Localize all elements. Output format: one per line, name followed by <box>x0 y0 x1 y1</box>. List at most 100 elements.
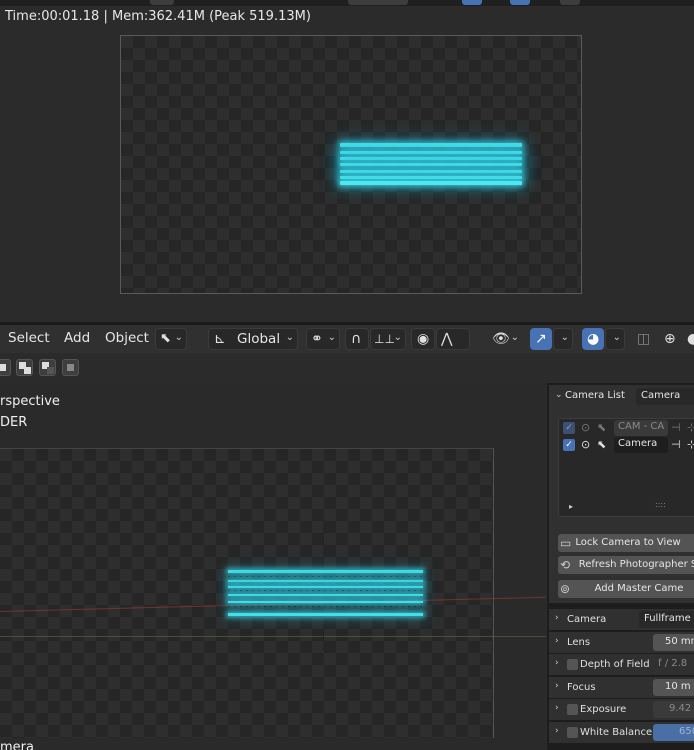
viewport-neon-object[interactable] <box>228 570 423 616</box>
focus-subpanel[interactable]: › Focus 10 m <box>549 677 694 698</box>
top-tab-active[interactable] <box>510 0 530 5</box>
expand-arrow-icon[interactable]: › <box>555 613 559 623</box>
camera-name-field[interactable]: CAM - CA <box>614 420 668 436</box>
camera-icon[interactable]: ⊙ <box>581 421 590 435</box>
refresh-button[interactable]: ⟲ Refresh Photographer S <box>558 556 694 574</box>
chevron-down-icon: ⌄ <box>560 332 569 343</box>
menu-add[interactable]: Add <box>64 330 90 346</box>
depth-of-field-subpanel[interactable]: › Depth of Field f / 2.8 <box>549 654 694 675</box>
chevron-down-icon: ⌄ <box>174 332 183 343</box>
checkbox-icon[interactable]: ✓ <box>563 422 575 434</box>
increment-icon: ⊥⊥ <box>374 332 395 346</box>
aperture-field[interactable]: f / 2.8 <box>653 656 694 673</box>
top-tab[interactable] <box>150 0 174 5</box>
white-balance-field[interactable]: 6500 <box>653 724 694 741</box>
xray-icon: ◫ <box>637 331 651 347</box>
exposure-checkbox[interactable] <box>567 704 578 715</box>
lock-camera-to-view-button[interactable]: ▭ Lock Camera to View <box>558 534 694 552</box>
overlays-dropdown[interactable]: ⌄ <box>605 328 625 350</box>
sphere-icon: ● <box>687 331 694 347</box>
orientation-dropdown[interactable]: ⊾ Global ⌄ <box>208 328 298 350</box>
select-intersect-tool[interactable] <box>62 359 79 376</box>
camera-list-item[interactable]: ✓ ⊙ ⬉ Camera ⊣ ⊹ <box>559 437 694 453</box>
checkbox-icon[interactable]: ✓ <box>563 439 575 451</box>
render-engine-label: DER <box>0 415 28 430</box>
list-expand-arrow[interactable]: ▸ <box>569 502 573 511</box>
master-camera-icon: ⊚ <box>560 582 571 596</box>
selection-mode-tools <box>0 354 86 380</box>
exposure-value-field[interactable]: 9.42 <box>653 701 694 718</box>
expand-arrow-icon[interactable]: › <box>555 681 559 691</box>
refresh-icon: ⟲ <box>560 558 571 572</box>
gizmo-dropdown[interactable]: ⌄ <box>553 328 573 350</box>
wireframe-shading-button[interactable]: ⊕ <box>660 328 682 350</box>
white-balance-checkbox[interactable] <box>567 727 578 738</box>
view-perspective-label: rspective <box>0 394 60 409</box>
target-icon[interactable]: ⊹ <box>687 438 694 452</box>
viewport-header: Select Add Object ⬉ ⌄ ⊾ Global ⌄ ⚭ ⌄ ∩ ⊥… <box>0 325 694 353</box>
focal-length-field[interactable]: 50 mm <box>653 634 694 651</box>
orientation-label: Global <box>237 331 281 347</box>
render-neon-object <box>340 143 522 185</box>
top-tab-active[interactable] <box>462 0 482 5</box>
list-resize-handle[interactable]: :::: <box>655 500 666 509</box>
set-active-icon[interactable]: ⊣ <box>671 421 681 435</box>
focus-distance-field[interactable]: 10 m <box>653 679 694 696</box>
camera-actions: ▭ Lock Camera to View ⟲ Refresh Photogra… <box>549 529 694 603</box>
dof-checkbox[interactable] <box>567 659 578 670</box>
gizmo-toggle[interactable]: ↗ <box>530 328 552 350</box>
3d-viewport[interactable]: rspective DER mera <box>0 383 546 750</box>
mode-dropdown[interactable]: ⬉ ⌄ <box>155 328 187 350</box>
camera-subpanel[interactable]: › Camera Fullframe <box>549 609 694 630</box>
expand-arrow-icon[interactable]: › <box>555 726 559 736</box>
camera-list-box: ✓ ⊙ ⬉ CAM - CA ⊣ ⊹ ✓ ⊙ ⬉ Camera ⊣ ⊹ ▸ ::… <box>558 418 694 517</box>
expand-arrow-icon[interactable]: › <box>555 703 559 713</box>
select-new-tool[interactable] <box>0 359 11 376</box>
transform-orientation-icon: ⊾ <box>214 331 226 347</box>
target-icon[interactable]: ⊹ <box>687 421 694 435</box>
cursor-icon[interactable]: ⬉ <box>597 438 606 452</box>
camera-list-panel: ⌄ Camera List Camera ✓ ⊙ ⬉ CAM - CA ⊣ ⊹ … <box>549 385 694 547</box>
pivot-dropdown[interactable]: ⚭ ⌄ <box>306 328 340 350</box>
snap-toggle[interactable]: ∩ <box>345 328 369 350</box>
white-balance-subpanel[interactable]: › White Balance 6500 <box>549 722 694 743</box>
xray-toggle[interactable]: ◫ <box>632 328 654 350</box>
camera-name-field[interactable]: Camera <box>614 437 668 453</box>
expand-arrow-icon[interactable]: › <box>555 658 559 668</box>
visibility-dropdown[interactable]: 👁 ⌄ <box>489 328 523 350</box>
falloff-dropdown[interactable]: ⋀ <box>436 328 470 350</box>
select-subtract-tool[interactable] <box>39 359 56 376</box>
snap-target-dropdown[interactable]: ⊥⊥ ⌄ <box>370 328 406 350</box>
select-extend-tool[interactable] <box>16 359 33 376</box>
add-master-camera-button[interactable]: ⊚ Add Master Came <box>558 580 694 598</box>
expand-arrow-icon[interactable]: › <box>555 636 559 646</box>
eye-icon: 👁 <box>492 331 510 347</box>
top-strip <box>0 0 694 6</box>
exposure-subpanel[interactable]: › Exposure 9.42 <box>549 699 694 720</box>
camera-list-item[interactable]: ✓ ⊙ ⬉ CAM - CA ⊣ ⊹ <box>559 420 694 436</box>
cursor-icon[interactable]: ⬉ <box>597 421 606 435</box>
camera-selector[interactable]: Camera <box>636 388 694 405</box>
overlays-toggle[interactable]: ◕ <box>582 328 604 350</box>
magnet-icon: ∩ <box>351 331 362 347</box>
overlays-icon: ◕ <box>587 331 600 347</box>
solid-shading-button[interactable]: ● <box>684 328 694 350</box>
proportional-edit-toggle[interactable]: ◉ <box>411 328 435 350</box>
sensor-preset-dropdown[interactable]: Fullframe <box>639 611 694 628</box>
proportional-edit-icon: ◉ <box>417 331 430 347</box>
top-tab[interactable] <box>560 0 580 5</box>
gizmo-icon: ↗ <box>535 331 547 347</box>
chevron-down-icon: ⌄ <box>510 332 519 343</box>
menu-object[interactable]: Object <box>105 330 149 346</box>
camera-icon[interactable]: ⊙ <box>581 438 590 452</box>
top-tab[interactable] <box>348 0 408 5</box>
chevron-down-icon: ⌄ <box>393 332 402 343</box>
menu-select[interactable]: Select <box>8 330 50 346</box>
globe-icon: ⊕ <box>664 331 676 347</box>
link-icon: ⚭ <box>311 331 323 347</box>
panel-collapse-arrow[interactable]: ⌄ <box>555 390 563 400</box>
y-axis-line <box>0 636 546 637</box>
falloff-curve-icon: ⋀ <box>441 331 453 347</box>
set-active-icon[interactable]: ⊣ <box>671 438 681 452</box>
lens-subpanel[interactable]: › Lens 50 mm <box>549 632 694 653</box>
